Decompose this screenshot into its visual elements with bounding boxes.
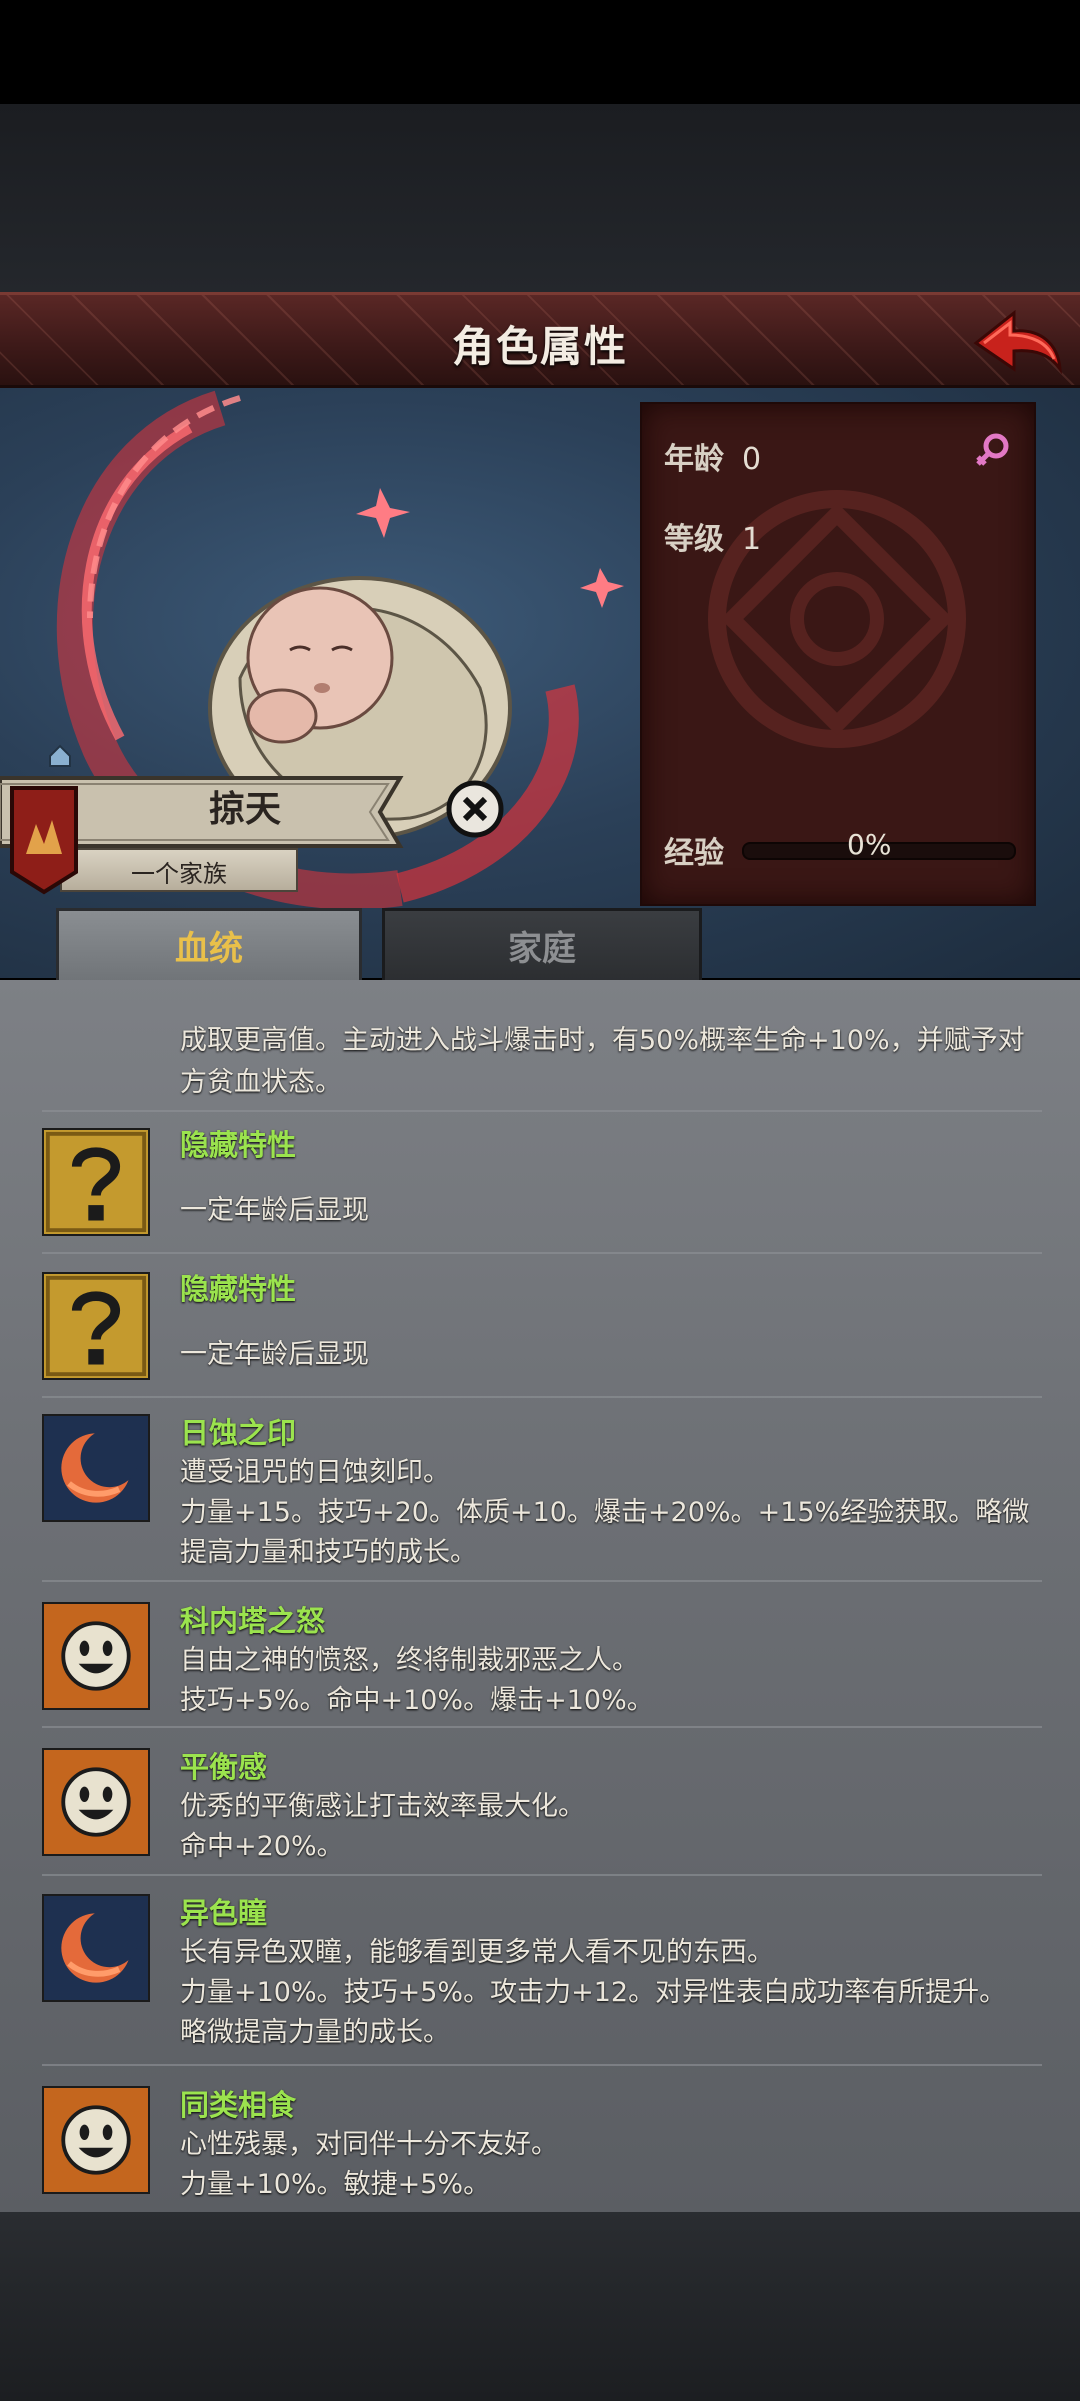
question-icon [42, 1128, 150, 1236]
trait-name: 平衡感 [180, 1750, 268, 1784]
trait-desc-line: 略微提高力量的成长。 [180, 2017, 450, 2048]
trait-desc-line: 力量+10%。技巧+5%。攻击力+12。对异性表白成功率有所提升。 [180, 1977, 1007, 2008]
divider [42, 1396, 1042, 1398]
trait-name: 隐藏特性 [180, 1128, 297, 1162]
trait-desc-line: 一定年龄后显现 [180, 1195, 369, 1226]
trait-desc-line: 提高力量和技巧的成长。 [180, 1537, 477, 1568]
bottom-backdrop [0, 2212, 1080, 2401]
trait-desc-line: 一定年龄后显现 [180, 1339, 369, 1370]
tab-family[interactable]: 家庭 [382, 908, 702, 984]
back-arrow-icon[interactable] [970, 303, 1066, 381]
divider [42, 1110, 1042, 1112]
top-backdrop [0, 104, 1080, 292]
character-hero: 年龄 0 等级 1 经验 0% 掠天 一个家族 [0, 388, 1080, 978]
smile-face-icon [42, 1602, 150, 1710]
trait-desc-line: 自由之神的愤怒，终将制裁邪恶之人。 [180, 1645, 639, 1676]
female-icon [976, 433, 1009, 466]
trait-desc-line: 力量+10%。敏捷+5%。 [180, 2169, 491, 2200]
trait-name: 日蚀之印 [180, 1416, 297, 1450]
traits-list[interactable]: 成取更高值。主动进入战斗爆击时，有50%概率生命+10%，并赋予对 方贫血状态。… [0, 980, 1080, 2212]
exp-value: 0% [847, 828, 892, 861]
level-value: 1 [742, 522, 762, 557]
family-name: 一个家族 [131, 860, 227, 888]
close-icon[interactable] [446, 780, 504, 838]
divider [42, 1252, 1042, 1254]
level-row: 等级 1 [664, 514, 761, 558]
divider [42, 1726, 1042, 1728]
trait-desc-line: 成取更高值。主动进入战斗爆击时，有50%概率生命+10%，并赋予对 [180, 1025, 1025, 1056]
age-label: 年龄 [664, 442, 724, 477]
page-title: 角色属性 [451, 322, 628, 371]
age-row: 年龄 0 [664, 434, 761, 478]
trait-desc-line: 优秀的平衡感让打击效率最大化。 [180, 1791, 585, 1822]
tab-bloodline[interactable]: 血统 [56, 908, 362, 984]
title-bar: 角色属性 [0, 292, 1080, 388]
trait-desc-line: 力量+15。技巧+20。体质+10。爆击+20%。+15%经验获取。略微 [180, 1497, 1030, 1528]
eclipse-icon [42, 1414, 150, 1522]
trait-desc-line: 心性残暴，对同伴十分不友好。 [180, 2129, 558, 2160]
smile-face-icon [42, 2086, 150, 2194]
level-label: 等级 [664, 522, 724, 557]
trait-desc-line: 命中+20%。 [180, 1831, 344, 1862]
trait-desc-line: 遭受诅咒的日蚀刻印。 [180, 1457, 450, 1488]
house-icon [49, 744, 71, 767]
eclipse-icon [42, 1894, 150, 2002]
age-value: 0 [742, 442, 762, 477]
trait-desc-line: 方贫血状态。 [180, 1067, 342, 1098]
question-icon [42, 1272, 150, 1380]
trait-name: 同类相食 [180, 2088, 297, 2122]
trait-name: 科内塔之怒 [180, 1604, 326, 1638]
trait-desc-line: 长有异色双瞳，能够看到更多常人看不见的东西。 [180, 1937, 774, 1968]
family-crest-icon [10, 786, 78, 895]
trait-name: 隐藏特性 [180, 1272, 297, 1306]
status-bar-area [0, 0, 1080, 104]
character-name: 掠天 [208, 789, 281, 830]
exp-label: 经验 [664, 836, 724, 871]
trait-desc-line: 技巧+5%。命中+10%。爆击+10%。 [180, 1685, 654, 1716]
stats-panel: 年龄 0 等级 1 经验 0% [640, 402, 1036, 906]
divider [42, 1580, 1042, 1582]
divider [42, 1874, 1042, 1876]
divider [42, 2064, 1042, 2066]
trait-name: 异色瞳 [180, 1896, 268, 1930]
smile-face-icon [42, 1748, 150, 1856]
